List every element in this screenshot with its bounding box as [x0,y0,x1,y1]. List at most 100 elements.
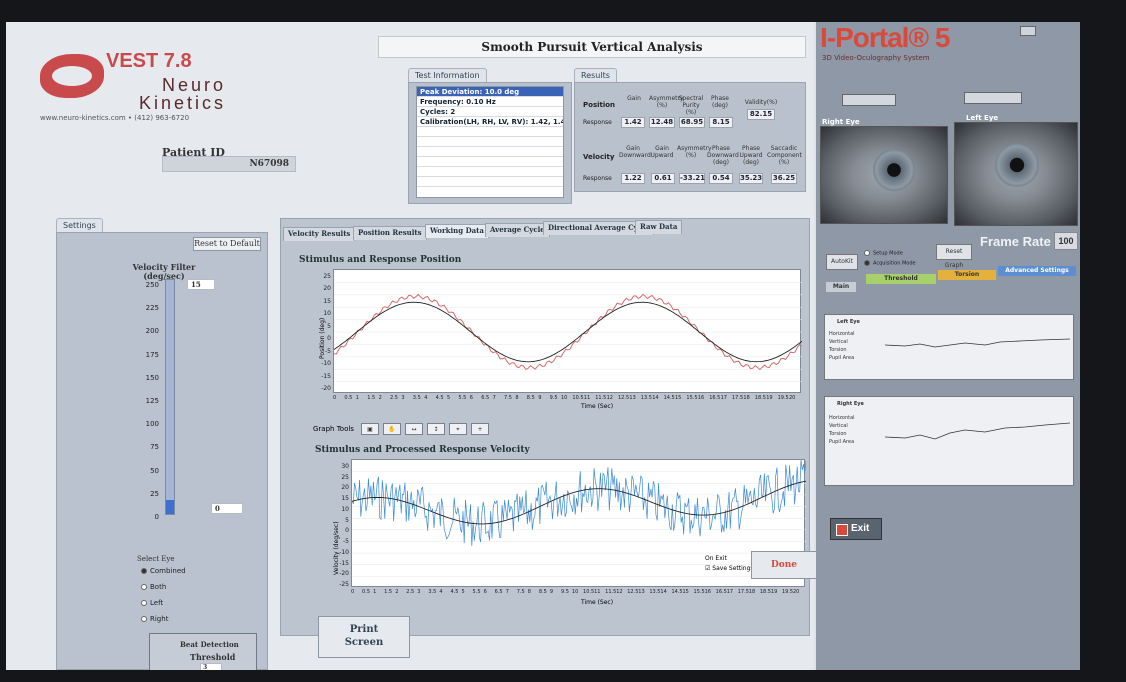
list-item-empty [417,147,563,157]
list-item-empty [417,177,563,187]
list-item-empty [417,157,563,167]
eye-option-right[interactable]: Right [141,615,168,623]
reset-graph-button[interactable]: Reset Graph [936,244,972,269]
list-item[interactable]: Peak Deviation: 10.0 deg [417,87,563,97]
tab-advanced-settings[interactable]: Advanced Settings [998,266,1076,276]
zoom-tool-icon[interactable]: ▣ [361,423,379,435]
minimize-icon[interactable] [1020,26,1036,36]
tab-raw-data[interactable]: Raw Data [635,219,683,234]
tab-threshold[interactable]: Threshold [866,274,936,284]
x-tick-label: 0 [333,395,337,401]
x-tick-label: 19 [770,589,778,595]
results-value: -33.21 [679,173,706,184]
x-tick-label: 6 [469,395,473,401]
y-tick-label: 20 [323,285,331,293]
autokit-button[interactable]: AutoKit [826,254,858,270]
slider-tick: 0 [154,513,159,521]
print-screen-button[interactable]: Print Screen [318,616,410,658]
fit-x-tool-icon[interactable]: ↔ [405,423,423,435]
fit-y-tool-icon[interactable]: ↕ [427,423,445,435]
velocity-filter-slider[interactable] [165,279,175,515]
x-tick-label: 5 [447,395,451,401]
x-tick-label: 17.5 [732,395,744,401]
x-tick-label: 18.5 [759,589,771,595]
x-tick-label: 15 [675,395,682,401]
velocity-xlabel: Time (Sec) [581,599,614,606]
results-header: Gain Upward [650,145,674,159]
x-tick-label: 11 [594,589,601,595]
x-tick-label: 16.5 [709,395,721,401]
setup-mode-radio[interactable]: Setup Mode [864,250,903,257]
eye-option-both[interactable]: Both [141,583,166,591]
x-tick-label: 17.5 [737,589,749,595]
eye-option-left[interactable]: Left [141,599,163,607]
x-tick-label: 12.5 [627,589,639,595]
list-item[interactable]: Cycles: 2 [417,107,563,117]
y-tick-label: -20 [339,570,349,578]
left-eye-pupil-icon [995,143,1039,187]
slider-tick: 150 [145,373,159,382]
beat-detection-label: Beat Detection [180,640,239,649]
x-tick-label: 9.5 [549,395,558,401]
tab-torsion[interactable]: Torsion [938,270,996,280]
x-tick-label: 0.5 [344,395,353,401]
x-tick-label: 18.5 [754,395,766,401]
results-value: 1.22 [621,173,645,184]
list-item[interactable]: Frequency: 0.10 Hz [417,97,563,107]
test-information-list[interactable]: Peak Deviation: 10.0 deg Frequency: 0.10… [416,86,564,198]
slider-tick: 125 [145,397,159,405]
x-tick-label: 13.5 [649,589,661,595]
results-value: 82.15 [747,109,775,120]
y-tick-label: 10 [323,310,331,318]
tab-velocity-results[interactable]: Velocity Results [283,227,356,241]
y-tick-label: -20 [321,385,331,392]
threshold-input[interactable]: 3 [200,663,222,670]
left-eye-threshold-bar[interactable] [964,92,1022,104]
tab-main[interactable]: Main [826,282,856,292]
exit-button[interactable]: Exit [830,518,882,540]
slider-tick: 250 [145,281,159,289]
page-title: Smooth Pursuit Vertical Analysis [378,36,806,58]
radio-dot-icon [864,260,870,266]
results-value: 0.61 [651,173,675,184]
logo-url: www.neuro-kinetics.com • (412) 963-6720 [40,114,190,122]
settings-panel: Reset to Default Velocity Filter (deg/se… [56,232,268,670]
portal-title: I-Portal® 5 [820,22,950,53]
left-eye-trace-panel: Left Eye Horizontal Vertical Torsion Pup… [824,314,1074,380]
results-velocity-label: Velocity [583,153,615,161]
x-tick-label: 14.5 [671,589,683,595]
save-settings-checkbox[interactable]: ☑ Save Settings [705,565,754,572]
right-eye-threshold-bar[interactable] [842,94,896,106]
acquisition-mode-label: Acquisition Mode [873,260,916,267]
x-tick-label: 7 [505,589,509,595]
filter-lower-value-input[interactable]: 0 [211,503,243,514]
crosshair-tool-icon[interactable]: + [471,423,489,435]
reset-to-default-button[interactable]: Reset to Default [193,237,261,251]
cursor-tool-icon[interactable]: ⌖ [449,423,467,435]
x-tick-label: 5.5 [472,589,481,595]
done-button[interactable]: Done [751,551,817,579]
x-tick-label: 14 [652,395,659,401]
pan-tool-icon[interactable]: ✋ [383,423,401,435]
y-tick-label: 5 [327,322,331,330]
eye-option-combined[interactable]: Combined [141,567,186,575]
results-value: 1.42 [621,117,645,128]
right-eye-trace-svg [884,422,1071,440]
tab-position-results[interactable]: Position Results [353,225,427,240]
list-item-empty [417,127,563,137]
acquisition-mode-radio[interactable]: Acquisition Mode [864,260,916,267]
list-item[interactable]: Calibration(LH, RH, LV, RV): 1.42, 1.46,… [417,117,563,127]
tab-working-data[interactable]: Working Data [425,224,489,238]
x-tick-label: 19.5 [781,589,794,595]
frame-rate-label: Frame Rate [980,234,1051,249]
y-tick-label: 30 [341,463,349,470]
x-tick-label: 7.5 [504,395,512,401]
filter-upper-value-input[interactable]: 15 [187,279,215,290]
x-tick-label: 13 [629,395,636,401]
x-tick-label: 2.5 [390,395,398,401]
patient-id-field: N67098 [162,156,296,172]
x-tick-label: 20 [789,395,796,401]
right-eye-trace-panel: Right Eye Horizontal Vertical Torsion Pu… [824,396,1074,486]
tab-average-cycle[interactable]: Average Cycle [485,222,550,237]
x-tick-label: 7 [492,395,496,401]
